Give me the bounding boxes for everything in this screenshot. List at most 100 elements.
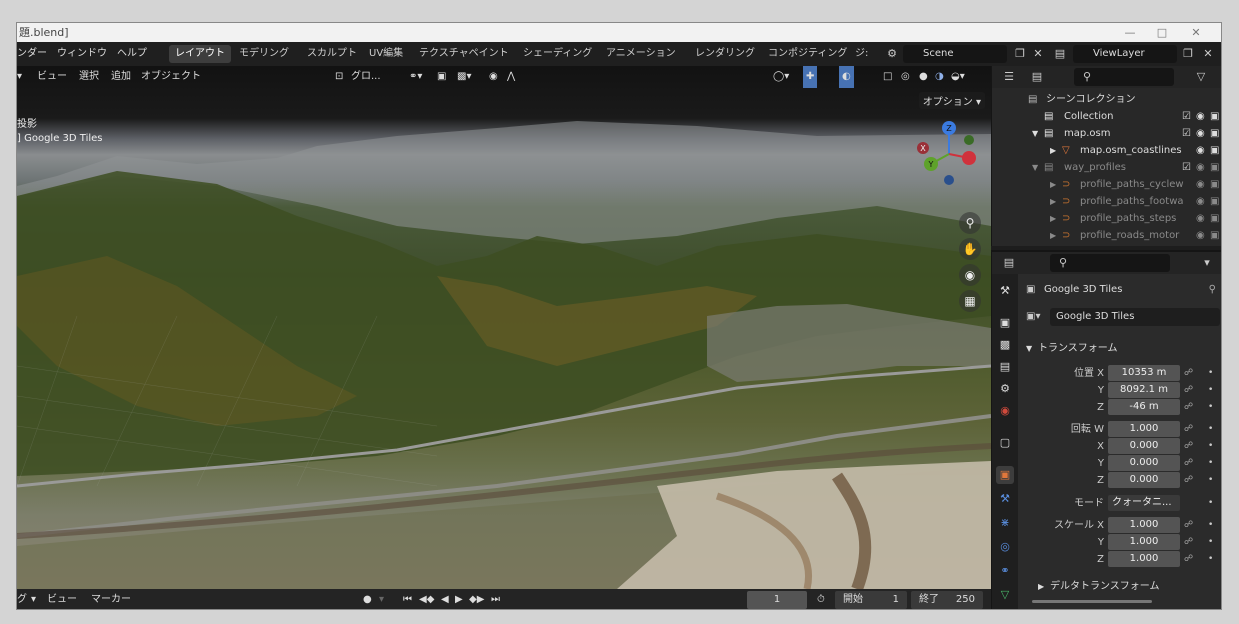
particles-tab-icon[interactable]: ⋇	[996, 514, 1014, 532]
outliner-item-map-osm[interactable]: ▼ ▤ map.osm ☑ ◉ ▣	[992, 125, 1221, 142]
camera-icon[interactable]: ▣	[1210, 108, 1219, 125]
lock-icon[interactable]: ☍	[1184, 365, 1193, 382]
keying-dropdown[interactable]: ▾	[379, 589, 384, 609]
outliner-item-roads-motor[interactable]: ▶ ⊃ profile_roads_motor ◉ ▣	[992, 227, 1221, 244]
expand-arrow-icon[interactable]: ▼	[1032, 159, 1038, 176]
gizmo-neg-y-axis[interactable]	[964, 135, 974, 145]
lock-icon[interactable]: ☍	[1184, 421, 1193, 438]
checkbox-icon[interactable]: ☑	[1182, 125, 1191, 142]
keyframe-dot-icon[interactable]: •	[1208, 455, 1213, 472]
gizmo-x-axis[interactable]	[962, 151, 976, 165]
timeline-menu-view[interactable]: ビュー	[47, 589, 77, 609]
rotation-y-field[interactable]: 0.000	[1108, 455, 1180, 471]
data-tab-icon[interactable]: ▽	[996, 586, 1014, 604]
keyframe-dot-icon[interactable]: •	[1208, 399, 1213, 416]
eye-icon[interactable]: ◉	[1196, 176, 1205, 193]
xray-icon[interactable]: □	[883, 66, 892, 88]
view-layer-tab-icon[interactable]: ▤	[996, 358, 1014, 376]
outliner-scene-collection[interactable]: ▤ シーンコレクション	[992, 91, 1221, 108]
eye-icon[interactable]: ◉	[1196, 125, 1205, 142]
camera-icon[interactable]: ▣	[1210, 125, 1219, 142]
keyframe-dot-icon[interactable]: •	[1208, 365, 1213, 382]
viewport-menu-view[interactable]: ビュー	[37, 66, 67, 88]
wireframe-shading-icon[interactable]: ◎	[901, 66, 910, 88]
rotation-w-field[interactable]: 1.000	[1108, 421, 1180, 437]
outliner-item-collection[interactable]: ▤ Collection ☑ ◉ ▣	[992, 108, 1221, 125]
modifier-tab-icon[interactable]: ⚒	[996, 490, 1014, 508]
tab-geometry[interactable]: ジ:	[849, 45, 874, 63]
checkbox-icon[interactable]: ☑	[1182, 108, 1191, 125]
eye-icon[interactable]: ◉	[1196, 227, 1205, 244]
location-x-field[interactable]: 10353 m	[1108, 365, 1180, 381]
tab-shading[interactable]: シェーディング	[517, 45, 598, 63]
viewport-menu-object[interactable]: オブジェクト	[141, 66, 201, 88]
tab-sculpt[interactable]: スカルプト	[301, 45, 363, 63]
current-frame-field[interactable]: 1	[747, 591, 807, 609]
object-tab-icon[interactable]: ▣	[996, 466, 1014, 484]
view-layer-icon[interactable]: ▤	[1051, 45, 1069, 63]
tab-animation[interactable]: アニメーション	[600, 45, 682, 63]
menu-render[interactable]: ンダー	[17, 42, 47, 66]
expand-arrow-icon[interactable]: ▶	[1050, 227, 1056, 244]
properties-scrollbar[interactable]	[1032, 600, 1152, 603]
camera-icon[interactable]: ▣	[1210, 193, 1219, 210]
keyframe-dot-icon[interactable]: •	[1208, 421, 1213, 438]
expand-arrow-icon[interactable]: ▶	[1050, 193, 1056, 210]
next-keyframe-icon[interactable]: ◆▶	[469, 589, 484, 609]
camera-icon[interactable]: ▣	[1210, 210, 1219, 227]
viewport-menu-select[interactable]: 選択	[79, 66, 99, 88]
outliner-item-footway[interactable]: ▶ ⊃ profile_paths_footwa ◉ ▣	[992, 193, 1221, 210]
expand-arrow-icon[interactable]: ▶	[1050, 176, 1056, 193]
keyframe-dot-icon[interactable]: •	[1208, 382, 1213, 399]
3d-viewport[interactable]: ▾ ビュー 選択 追加 オブジェクト ⊡ グロ... ⚭▾ ▣ ▩▾ ◉ ⋀ ◯…	[17, 66, 991, 589]
keyframe-record-icon[interactable]: ●	[363, 589, 372, 609]
pivot-point-icon[interactable]: ⚭▾	[409, 66, 422, 88]
overlays-toggle-icon[interactable]: ◐	[839, 66, 854, 88]
pan-hand-icon[interactable]: ✋	[959, 238, 981, 260]
eye-icon[interactable]: ◉	[1196, 142, 1205, 159]
lock-icon[interactable]: ☍	[1184, 472, 1193, 489]
camera-icon[interactable]: ▣	[1210, 159, 1219, 176]
tab-texture-paint[interactable]: テクスチャペイント	[413, 45, 515, 63]
zoom-icon[interactable]: ⚲	[959, 212, 981, 234]
collection-tab-icon[interactable]: ▢	[996, 434, 1014, 452]
eye-icon[interactable]: ◉	[1196, 159, 1205, 176]
outliner-item-steps[interactable]: ▶ ⊃ profile_paths_steps ◉ ▣	[992, 210, 1221, 227]
scene-selector[interactable]: Scene	[903, 45, 1007, 63]
menu-window[interactable]: ウィンドウ	[57, 42, 107, 66]
proportional-edit-icon[interactable]: ◉	[489, 66, 498, 88]
transform-panel-header[interactable]: ▼ トランスフォーム	[1018, 340, 1221, 357]
keyframe-dot-icon[interactable]: •	[1208, 438, 1213, 455]
checkbox-icon[interactable]: ☑	[1182, 159, 1191, 176]
rendered-shading-icon[interactable]: ◒▾	[951, 66, 965, 88]
lock-icon[interactable]: ☍	[1184, 399, 1193, 416]
lock-icon[interactable]: ☍	[1184, 382, 1193, 399]
lock-icon[interactable]: ☍	[1184, 534, 1193, 551]
lock-icon[interactable]: ☍	[1184, 455, 1193, 472]
delete-view-layer-icon[interactable]: ✕	[1199, 45, 1217, 63]
camera-icon[interactable]: ▣	[1210, 176, 1219, 193]
scale-x-field[interactable]: 1.000	[1108, 517, 1180, 533]
snap-target-icon[interactable]: ▩▾	[457, 66, 471, 88]
keyframe-dot-icon[interactable]: •	[1208, 534, 1213, 551]
expand-arrow-icon[interactable]: ▼	[1032, 125, 1038, 142]
location-z-field[interactable]: -46 m	[1108, 399, 1180, 415]
maximize-icon[interactable]: □	[1147, 23, 1177, 42]
object-data-dropdown-icon[interactable]: ▣▾	[1026, 308, 1040, 325]
play-icon[interactable]: ▶	[455, 589, 463, 609]
stopwatch-icon[interactable]: ⏱	[817, 589, 825, 609]
gizmo-toggle-icon[interactable]: ✚	[803, 66, 818, 88]
tab-rendering[interactable]: レンダリング	[689, 45, 761, 63]
play-reverse-icon[interactable]: ◀	[441, 589, 449, 609]
tool-tab-icon[interactable]: ⚒	[996, 282, 1014, 300]
scale-y-field[interactable]: 1.000	[1108, 534, 1180, 550]
new-scene-icon[interactable]: ❐	[1011, 45, 1029, 63]
timeline-mode-dropdown[interactable]: ▾	[31, 589, 36, 609]
scene-icon[interactable]: ⚙	[883, 45, 901, 63]
end-frame-field[interactable]: 終了 250	[911, 591, 983, 609]
options-dropdown-icon[interactable]: ▾	[1198, 254, 1216, 272]
viewport-mode-dropdown[interactable]: ▾	[17, 66, 22, 88]
render-tab-icon[interactable]: ▣	[996, 314, 1014, 332]
keyframe-dot-icon[interactable]: •	[1208, 495, 1213, 512]
view-layer-selector[interactable]: ViewLayer	[1073, 45, 1177, 63]
